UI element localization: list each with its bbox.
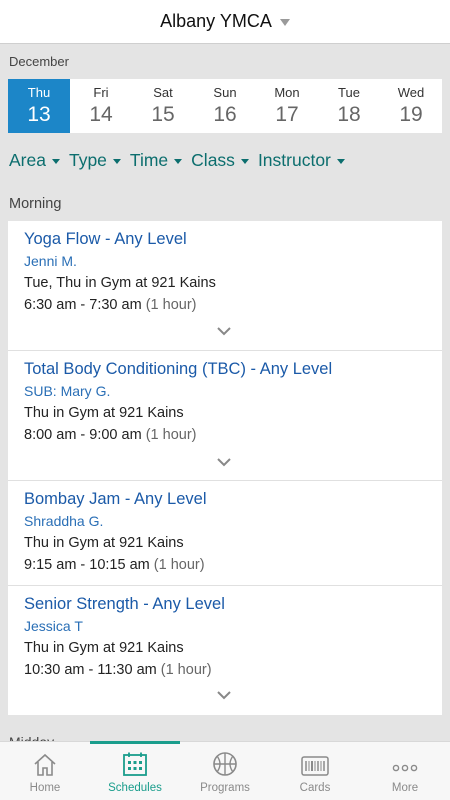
- tab-programs[interactable]: Programs: [180, 742, 270, 800]
- filter-class[interactable]: Class: [191, 150, 249, 171]
- tab-label: Programs: [200, 782, 250, 794]
- class-time: 8:00 am - 9:00 am (1 hour): [24, 427, 197, 443]
- tab-bar: Home Schedules Programs Cards More: [0, 741, 450, 800]
- day-fri[interactable]: Fri 14: [70, 79, 132, 133]
- class-name[interactable]: Total Body Conditioning (TBC) - Any Leve…: [24, 360, 442, 379]
- class-location: Thu in Gym at 921 Kains: [24, 405, 184, 421]
- day-number: 14: [89, 103, 113, 126]
- dropdown-caret-icon: [174, 159, 183, 164]
- day-of-week: Sat: [153, 85, 173, 100]
- class-list: Yoga Flow - Any Level Jenni M. Tue, Thu …: [8, 221, 442, 715]
- dropdown-caret-icon: [112, 159, 121, 164]
- filter-label: Class: [191, 150, 235, 170]
- dropdown-caret-icon: [336, 159, 345, 164]
- day-wed[interactable]: Wed 19: [380, 79, 442, 133]
- day-tue[interactable]: Tue 18: [318, 79, 380, 133]
- filter-label: Time: [129, 150, 169, 170]
- day-of-week: Tue: [338, 85, 360, 100]
- tab-label: Schedules: [108, 782, 162, 794]
- filter-label: Type: [68, 150, 107, 170]
- day-of-week: Sun: [213, 85, 237, 100]
- day-number: 19: [399, 103, 423, 126]
- section-morning-label: Morning: [9, 196, 62, 212]
- expand-chevron-icon[interactable]: [217, 688, 231, 702]
- class-item[interactable]: Total Body Conditioning (TBC) - Any Leve…: [8, 351, 442, 481]
- day-thu[interactable]: Thu 13: [8, 79, 70, 133]
- more-dots-icon: [392, 764, 418, 772]
- filter-instructor[interactable]: Instructor: [258, 150, 345, 171]
- class-name[interactable]: Senior Strength - Any Level: [24, 595, 442, 614]
- filter-time[interactable]: Time: [129, 150, 183, 171]
- day-number: 18: [337, 103, 361, 126]
- tab-cards[interactable]: Cards: [270, 742, 360, 800]
- day-sat[interactable]: Sat 15: [132, 79, 194, 133]
- class-time: 10:30 am - 11:30 am (1 hour): [24, 662, 212, 678]
- header[interactable]: Albany YMCA: [0, 0, 450, 44]
- day-selector: Thu 13 Fri 14 Sat 15 Sun 16 Mon 17 Tue 1…: [8, 79, 442, 133]
- tab-label: Cards: [299, 782, 331, 794]
- filter-area[interactable]: Area: [9, 150, 60, 171]
- month-label: December: [9, 54, 69, 69]
- day-of-week: Thu: [27, 85, 51, 100]
- day-number: 13: [27, 103, 51, 126]
- day-number: 15: [151, 103, 175, 126]
- class-name[interactable]: Bombay Jam - Any Level: [24, 490, 442, 509]
- filter-label: Instructor: [257, 150, 331, 170]
- basketball-icon: [213, 752, 237, 776]
- class-time: 9:15 am - 10:15 am (1 hour): [24, 557, 205, 573]
- day-of-week: Mon: [274, 85, 300, 100]
- instructor-name[interactable]: Jenni M.: [24, 253, 442, 269]
- tab-schedules[interactable]: Schedules: [90, 741, 180, 800]
- calendar-icon: [123, 752, 147, 776]
- barcode-card-icon: [301, 756, 329, 776]
- filter-bar: Area Type Time Class Instructor: [9, 150, 354, 171]
- instructor-name[interactable]: Shraddha G.: [24, 513, 442, 529]
- filter-label: Area: [9, 150, 46, 170]
- day-number: 17: [275, 103, 299, 126]
- instructor-name[interactable]: Jessica T: [24, 618, 442, 634]
- home-icon: [34, 753, 56, 776]
- class-time: 6:30 am - 7:30 am (1 hour): [24, 297, 197, 313]
- location-title[interactable]: Albany YMCA: [160, 11, 272, 32]
- class-item[interactable]: Bombay Jam - Any Level Shraddha G. Thu i…: [8, 481, 442, 586]
- tab-label: Home: [29, 782, 61, 794]
- dropdown-caret-icon: [240, 159, 249, 164]
- tab-label: More: [391, 782, 419, 794]
- dropdown-caret-icon: [51, 159, 60, 164]
- instructor-name[interactable]: SUB: Mary G.: [24, 383, 442, 399]
- filter-type[interactable]: Type: [69, 150, 121, 171]
- class-location: Tue, Thu in Gym at 921 Kains: [24, 275, 216, 291]
- day-mon[interactable]: Mon 17: [256, 79, 318, 133]
- day-of-week: Wed: [397, 85, 425, 100]
- class-item[interactable]: Yoga Flow - Any Level Jenni M. Tue, Thu …: [8, 221, 442, 351]
- expand-chevron-icon[interactable]: [217, 324, 231, 338]
- day-sun[interactable]: Sun 16: [194, 79, 256, 133]
- tab-home[interactable]: Home: [0, 742, 90, 800]
- day-number: 16: [213, 103, 237, 126]
- expand-chevron-icon[interactable]: [217, 455, 231, 469]
- tab-more[interactable]: More: [360, 742, 450, 800]
- chevron-down-icon[interactable]: [279, 19, 290, 26]
- day-of-week: Fri: [93, 85, 109, 100]
- class-location: Thu in Gym at 921 Kains: [24, 640, 184, 656]
- class-name[interactable]: Yoga Flow - Any Level: [24, 230, 442, 249]
- class-item[interactable]: Senior Strength - Any Level Jessica T Th…: [8, 586, 442, 715]
- class-location: Thu in Gym at 921 Kains: [24, 535, 184, 551]
